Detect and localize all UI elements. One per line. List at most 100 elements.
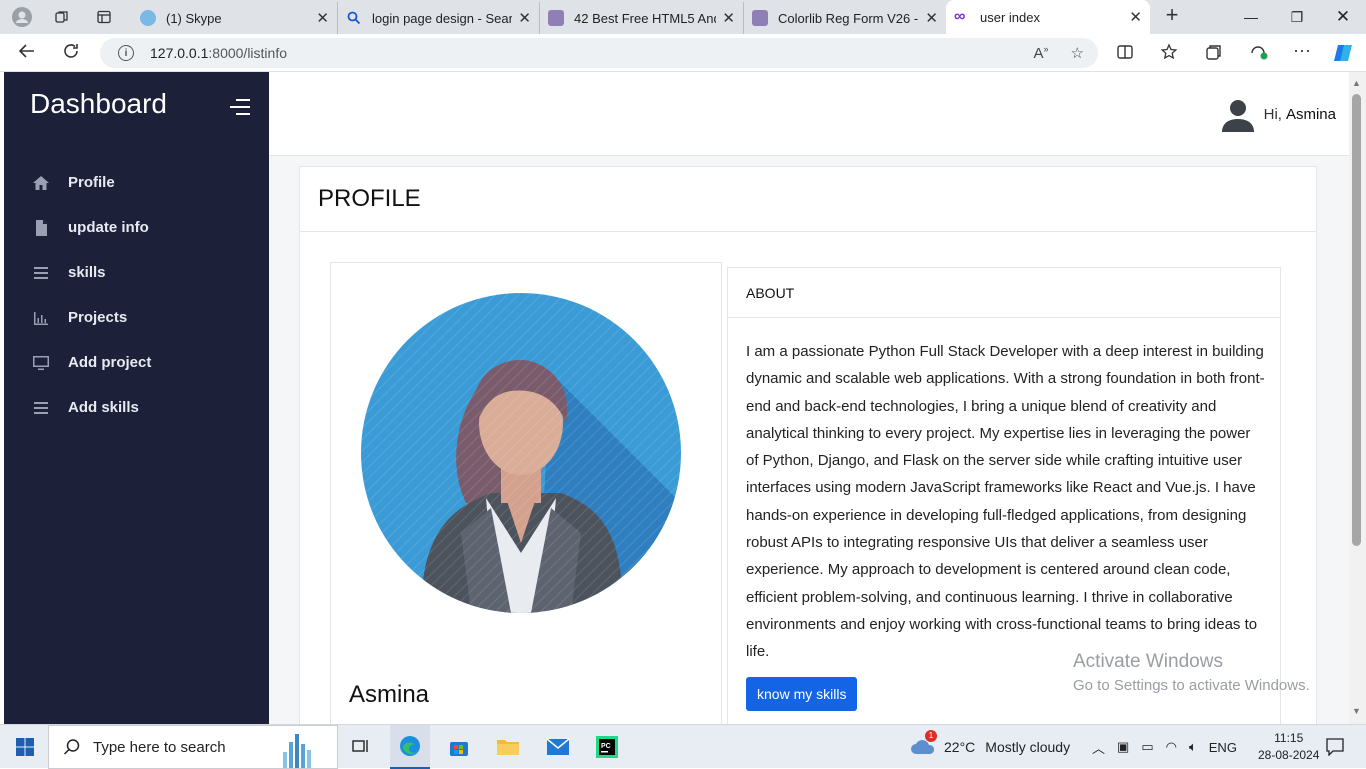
weather-badge: 1 bbox=[925, 729, 937, 742]
system-tray: ︿ ▣ ▭ ◠ 🔈︎ ENG bbox=[1092, 725, 1237, 769]
sidebar-item-label: update info bbox=[68, 219, 149, 236]
watermark-title: Activate Windows bbox=[1073, 651, 1223, 672]
copilot-icon[interactable] bbox=[1333, 43, 1355, 68]
main-content: Hi, Asmina PROFILE Asmina ABOUT I am a p… bbox=[269, 72, 1349, 742]
tab-html5[interactable]: 42 Best Free HTML5 And C ✕ bbox=[540, 2, 744, 34]
user-avatar-icon bbox=[1221, 100, 1254, 132]
scroll-up-icon[interactable]: ▲ bbox=[1352, 78, 1361, 88]
favorite-star-icon[interactable]: ☆ bbox=[1071, 44, 1084, 62]
search-icon bbox=[346, 10, 362, 26]
windows-start-icon[interactable] bbox=[12, 734, 38, 760]
menu-toggle-icon[interactable] bbox=[230, 99, 250, 120]
language-indicator[interactable]: ENG bbox=[1209, 740, 1237, 755]
user-menu[interactable]: Hi, Asmina bbox=[1220, 96, 1336, 132]
monitor-icon bbox=[33, 355, 49, 370]
colorlib-icon bbox=[548, 10, 564, 26]
tab-search[interactable]: login page design - Search ✕ bbox=[338, 2, 540, 34]
tab-skype[interactable]: (1) Skype ✕ bbox=[132, 2, 338, 34]
top-header: Hi, Asmina bbox=[269, 72, 1349, 156]
page-title: PROFILE bbox=[300, 167, 1316, 232]
taskbar-search[interactable]: Type here to search bbox=[48, 725, 338, 769]
collections-icon[interactable] bbox=[1205, 43, 1223, 66]
file-icon bbox=[36, 219, 47, 236]
profile-icon[interactable] bbox=[12, 7, 32, 27]
battery-icon[interactable]: ▭ bbox=[1141, 739, 1153, 755]
weather-widget[interactable]: 1 22°C Mostly cloudy bbox=[910, 725, 1070, 769]
url-field[interactable]: i 127.0.0.1:8000/listinfo A» ☆ bbox=[100, 38, 1098, 68]
browser-essentials-icon[interactable] bbox=[1249, 43, 1269, 66]
about-title: ABOUT bbox=[728, 268, 1280, 318]
about-text: I am a passionate Python Full Stack Deve… bbox=[746, 343, 1265, 661]
url-path: :8000/listinfo bbox=[208, 45, 287, 61]
window-close-icon[interactable]: ✕ bbox=[1320, 0, 1366, 34]
home-icon bbox=[33, 175, 49, 190]
cloud-icon: 1 bbox=[910, 729, 937, 759]
tab-user-index[interactable]: ∞ user index ✕ bbox=[946, 0, 1150, 34]
address-bar: i 127.0.0.1:8000/listinfo A» ☆ ··· bbox=[0, 34, 1366, 72]
windows-taskbar: Type here to search PC 1 22°C Mostly clo… bbox=[0, 724, 1366, 769]
favorites-icon[interactable] bbox=[1160, 43, 1178, 66]
weather-text: Mostly cloudy bbox=[985, 739, 1071, 755]
sidebar-item-add-project[interactable]: Add project bbox=[4, 340, 269, 385]
read-aloud-icon[interactable]: A» bbox=[1034, 44, 1049, 62]
scroll-down-icon[interactable]: ▼ bbox=[1352, 706, 1361, 716]
tab-title: 42 Best Free HTML5 And C bbox=[574, 10, 716, 26]
scrollbar-thumb[interactable] bbox=[1352, 94, 1361, 546]
skype-icon bbox=[140, 10, 156, 26]
svg-text:PC: PC bbox=[601, 743, 611, 750]
tab-colorlib[interactable]: Colorlib Reg Form V26 - Fr ✕ bbox=[744, 2, 946, 34]
file-explorer-icon[interactable] bbox=[495, 734, 521, 760]
sidebar-item-profile[interactable]: Profile bbox=[4, 160, 269, 205]
sidebar-item-update-info[interactable]: update info bbox=[4, 205, 269, 250]
sidebar-menu: Profile update info skills Projects Add … bbox=[4, 160, 269, 430]
minimize-icon[interactable]: — bbox=[1228, 0, 1274, 34]
split-screen-icon[interactable] bbox=[1116, 43, 1134, 66]
store-icon[interactable] bbox=[446, 734, 472, 760]
wifi-icon[interactable]: ◠ bbox=[1166, 739, 1177, 755]
close-icon[interactable]: ✕ bbox=[316, 9, 329, 27]
more-menu-icon[interactable]: ··· bbox=[1293, 40, 1311, 61]
sidebar-item-skills[interactable]: skills bbox=[4, 250, 269, 295]
page-scrollbar[interactable]: ▲ ▼ bbox=[1349, 72, 1366, 724]
notifications-icon[interactable] bbox=[1322, 734, 1348, 760]
weather-temp: 22°C bbox=[944, 739, 976, 755]
edge-icon[interactable] bbox=[390, 725, 430, 769]
colorlib-icon bbox=[752, 10, 768, 26]
refresh-icon[interactable] bbox=[62, 42, 80, 65]
url-host: 127.0.0.1 bbox=[150, 45, 209, 61]
sidebar-item-projects[interactable]: Projects bbox=[4, 295, 269, 340]
close-icon[interactable]: ✕ bbox=[925, 9, 938, 27]
infinity-icon: ∞ bbox=[954, 8, 966, 25]
clock-time: 11:15 bbox=[1274, 731, 1304, 745]
meet-now-icon[interactable]: ▣ bbox=[1117, 739, 1129, 755]
avatar bbox=[361, 293, 681, 613]
tab-title: Colorlib Reg Form V26 - Fr bbox=[778, 10, 920, 26]
site-info-icon[interactable]: i bbox=[118, 45, 134, 61]
sidebar: Dashboard Profile update info skills Pro… bbox=[4, 72, 269, 724]
sidebar-item-label: Profile bbox=[68, 174, 115, 191]
close-icon[interactable]: ✕ bbox=[518, 9, 531, 27]
volume-icon[interactable]: 🔈︎ bbox=[1189, 739, 1197, 755]
know-my-skills-button[interactable]: know my skills bbox=[746, 677, 858, 711]
clock-date: 28-08-2024 bbox=[1258, 748, 1320, 762]
back-icon[interactable] bbox=[18, 42, 36, 65]
search-icon bbox=[63, 739, 80, 755]
pycharm-icon[interactable]: PC bbox=[594, 734, 620, 760]
sidebar-item-label: Projects bbox=[68, 309, 128, 326]
mail-icon[interactable] bbox=[545, 734, 571, 760]
clock[interactable]: 11:15 28-08-2024 bbox=[1258, 730, 1319, 764]
task-view-icon[interactable] bbox=[347, 734, 373, 760]
user-name: Asmina bbox=[1285, 105, 1336, 123]
search-placeholder: Type here to search bbox=[93, 738, 226, 756]
chevron-up-icon[interactable]: ︿ bbox=[1092, 738, 1105, 757]
close-icon[interactable]: ✕ bbox=[1129, 8, 1142, 26]
brand-title: Dashboard bbox=[30, 88, 167, 119]
restore-icon[interactable]: ❐ bbox=[1274, 0, 1320, 34]
sidebar-item-label: skills bbox=[68, 264, 106, 281]
sidebar-item-add-skills[interactable]: Add skills bbox=[4, 385, 269, 430]
greeting: Hi, bbox=[1263, 105, 1282, 123]
new-tab-icon[interactable]: + bbox=[1162, 2, 1182, 27]
tab-actions-icon[interactable] bbox=[94, 7, 114, 27]
workspaces-icon[interactable] bbox=[52, 7, 72, 27]
close-icon[interactable]: ✕ bbox=[722, 9, 735, 27]
